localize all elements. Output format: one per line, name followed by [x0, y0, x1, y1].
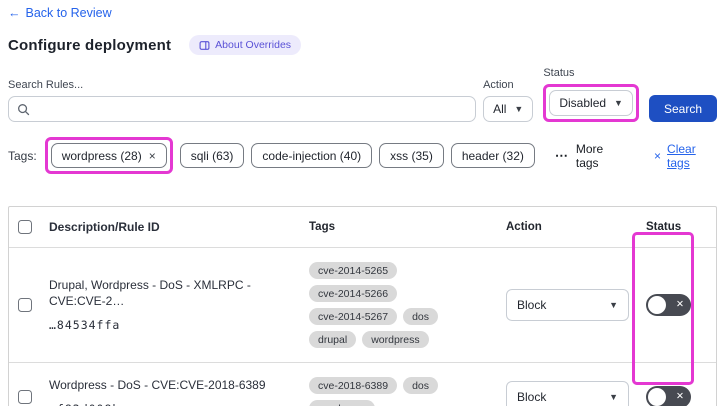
column-header-status: Status — [646, 221, 682, 233]
toggle-off-x-icon: ✕ — [676, 391, 684, 403]
status-dropdown[interactable]: Disabled ▼ — [549, 90, 633, 116]
rule-id: …84534ffa — [49, 317, 121, 332]
status-dropdown-value: Disabled — [559, 96, 607, 110]
ellipsis-icon: ⋯ — [554, 147, 569, 163]
search-group: Search Rules... — [8, 79, 477, 122]
toggle-knob — [648, 296, 666, 314]
search-box — [8, 96, 477, 122]
status-dropdown-highlight: Disabled ▼ — [543, 84, 639, 122]
rule-tags: cve-2018-6389 dos wordpress — [301, 363, 498, 406]
search-rules-label: Search Rules... — [8, 79, 84, 91]
rule-tag: wordpress — [309, 400, 376, 406]
rule-tag: dos — [403, 377, 438, 394]
status-toggle[interactable]: ✕ — [646, 386, 691, 406]
back-link-label: Back to Review — [25, 6, 112, 20]
chevron-down-icon: ▼ — [614, 97, 623, 108]
action-label: Action — [483, 79, 514, 91]
search-input[interactable] — [9, 97, 476, 121]
row-checkbox[interactable] — [18, 298, 32, 312]
table-body: Drupal, Wordpress - DoS - XMLRPC - CVE:C… — [9, 248, 716, 406]
action-filter-group: Action All ▼ — [483, 79, 534, 122]
rules-table: Description/Rule ID Tags Action Status D… — [8, 206, 717, 406]
column-header-tags: Tags — [309, 221, 335, 233]
page-title: Configure deployment — [8, 36, 172, 54]
tags-bar: Tags: wordpress (28) × sqli (63) code-inj… — [8, 137, 717, 174]
action-select[interactable]: Block ▼ — [506, 289, 629, 321]
back-to-review-link[interactable]: ← Back to Review — [8, 6, 112, 20]
chevron-down-icon: ▼ — [514, 103, 524, 114]
chevron-down-icon: ▼ — [609, 299, 618, 310]
document-icon — [199, 40, 210, 50]
search-icon — [18, 104, 30, 116]
action-dropdown-value: All — [493, 102, 507, 116]
rule-tag: drupal — [309, 331, 357, 348]
more-tags-label: More tags — [575, 141, 604, 170]
tag-filter[interactable]: header (32) — [450, 143, 535, 168]
select-all-checkbox[interactable] — [18, 220, 32, 234]
table-row: Wordpress - DoS - CVE:CVE-2018-6389 …f82… — [9, 363, 716, 406]
status-label: Status — [543, 67, 575, 79]
chevron-down-icon: ▼ — [609, 391, 618, 402]
back-arrow-icon: ← — [8, 6, 21, 20]
tag-filter[interactable]: code-injection (40) — [251, 143, 373, 168]
rule-tag: cve-2014-5265 — [309, 262, 398, 279]
toggle-off-x-icon: ✕ — [676, 299, 684, 311]
rule-tag: cve-2014-5266 — [309, 285, 398, 302]
about-overrides-badge[interactable]: About Overrides — [189, 35, 302, 55]
rule-description: Drupal, Wordpress - DoS - XMLRPC - CVE:C… — [49, 278, 251, 308]
action-dropdown[interactable]: All ▼ — [483, 96, 534, 122]
about-overrides-label: About Overrides — [215, 39, 292, 51]
column-header-action: Action — [506, 221, 542, 233]
clear-tags-button[interactable]: × Clear tags — [654, 142, 717, 170]
selected-tag-highlight: wordpress (28) × — [44, 137, 173, 174]
filter-bar: Search Rules... Action All ▼ Status Disa… — [8, 67, 717, 122]
rule-tags: cve-2014-5265 cve-2014-5266 cve-2014-5267 d… — [301, 248, 498, 362]
more-tags-button[interactable]: ⋯ More tags — [555, 142, 624, 170]
rule-tag: cve-2014-5267 — [309, 308, 398, 325]
row-checkbox[interactable] — [18, 390, 32, 404]
clear-x-icon: × — [654, 148, 662, 163]
action-select[interactable]: Block ▼ — [506, 381, 629, 406]
tag-filter[interactable]: xss (35) — [379, 143, 444, 168]
rule-tag: wordpress — [362, 331, 429, 348]
table-header-row: Description/Rule ID Tags Action Status — [9, 207, 716, 248]
action-select-value: Block — [517, 298, 547, 312]
configure-deployment-page: ← Back to Review Configure deployment Ab… — [0, 0, 725, 406]
title-row: Configure deployment About Overrides — [8, 35, 725, 55]
action-select-value: Block — [517, 390, 547, 404]
rule-tag: cve-2018-6389 — [309, 377, 398, 394]
clear-tags-label: Clear tags — [667, 141, 696, 170]
remove-tag-icon[interactable]: × — [149, 149, 156, 163]
tag-filter-wordpress[interactable]: wordpress (28) × — [50, 143, 167, 168]
toggle-knob — [648, 388, 666, 406]
tag-filter-label: wordpress (28) — [61, 148, 142, 163]
search-button[interactable]: Search — [648, 95, 717, 122]
column-header-description: Description/Rule ID — [49, 220, 160, 234]
status-filter-group: Status Disabled ▼ — [543, 67, 639, 122]
table-row: Drupal, Wordpress - DoS - XMLRPC - CVE:C… — [9, 248, 716, 363]
tags-label: Tags: — [8, 148, 37, 163]
rule-tag: dos — [403, 308, 438, 325]
tag-filter[interactable]: sqli (63) — [179, 143, 245, 168]
status-toggle[interactable]: ✕ — [646, 294, 691, 316]
rule-id: …f82d008b — [49, 402, 293, 406]
rule-description: Wordpress - DoS - CVE:CVE-2018-6389 — [49, 378, 266, 393]
